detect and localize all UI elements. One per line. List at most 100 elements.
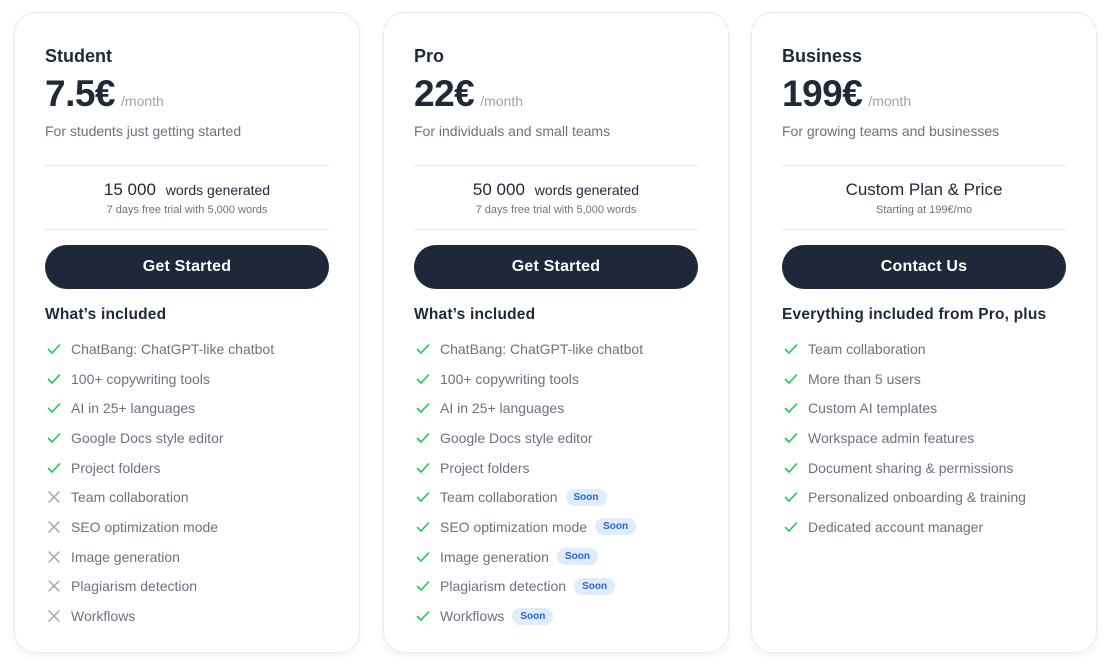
- plan-tagline: For growing teams and businesses: [782, 123, 1000, 139]
- trial-note: 7 days free trial with 5,000 words: [106, 204, 268, 216]
- feature-item: Image generation Soon: [414, 542, 643, 572]
- feature-label: SEO optimization mode: [71, 518, 219, 535]
- feature-item: AI in 25+ languages: [414, 393, 643, 423]
- feature-item: Workflows Soon: [414, 601, 643, 631]
- feature-list: ChatBang: ChatGPT-like chatbot 100+ copyw…: [45, 334, 274, 631]
- x-icon: [45, 518, 63, 536]
- feature-label: Team collaboration: [808, 340, 926, 357]
- feature-item: Image generation: [45, 542, 274, 572]
- quota-label: words generated: [165, 182, 271, 198]
- feature-label: Image generation: [440, 548, 549, 565]
- feature-item: Google Docs style editor: [45, 423, 274, 453]
- feature-item: ChatBang: ChatGPT-like chatbot: [45, 334, 274, 364]
- feature-item: Team collaboration: [782, 334, 1026, 364]
- included-heading: Everything included from Pro, plus: [782, 306, 1047, 323]
- divider: [45, 165, 329, 166]
- divider: [782, 229, 1066, 230]
- feature-label: Project folders: [71, 459, 161, 476]
- get-started-button[interactable]: Get Started: [414, 245, 698, 289]
- contact-us-button[interactable]: Contact Us: [782, 245, 1066, 289]
- plan-card-student: Student 7.5€ /month For students just ge…: [14, 12, 360, 653]
- feature-item: Plagiarism detection: [45, 572, 274, 602]
- check-icon: [45, 370, 63, 388]
- plan-card-pro: Pro 22€ /month For individuals and small…: [383, 12, 729, 653]
- quota-number: 15 000: [103, 180, 156, 199]
- feature-label: Plagiarism detection: [71, 578, 198, 595]
- plan-price: 199€: [782, 73, 863, 114]
- check-icon: [414, 548, 432, 566]
- check-icon: [414, 459, 432, 477]
- feature-label: ChatBang: ChatGPT-like chatbot: [71, 340, 275, 357]
- feature-item: Dedicated account manager: [782, 512, 1026, 542]
- check-icon: [414, 518, 432, 536]
- feature-label: Custom AI templates: [808, 400, 938, 417]
- starting-price-note: Starting at 199€/mo: [875, 204, 972, 216]
- soon-badge: Soon: [556, 548, 598, 566]
- price-period: /month: [868, 93, 912, 109]
- divider: [782, 165, 1066, 166]
- check-icon: [782, 399, 800, 417]
- divider: [414, 165, 698, 166]
- feature-label: Plagiarism detection: [440, 578, 567, 595]
- plan-name: Business: [782, 46, 863, 66]
- plan-tagline: For individuals and small teams: [414, 123, 611, 139]
- check-icon: [414, 340, 432, 358]
- plan-price: 22€: [414, 73, 475, 114]
- feature-label: Image generation: [71, 548, 180, 565]
- price-period: /month: [121, 93, 164, 109]
- feature-label: 100+ copywriting tools: [440, 370, 579, 387]
- divider: [414, 229, 698, 230]
- check-icon: [414, 399, 432, 417]
- feature-item: Workspace admin features: [782, 423, 1026, 453]
- feature-item: Team collaboration Soon: [414, 482, 643, 512]
- x-icon: [45, 548, 63, 566]
- check-icon: [45, 429, 63, 447]
- plan-name: Pro: [414, 46, 445, 66]
- feature-item: Project folders: [45, 453, 274, 483]
- feature-item: 100+ copywriting tools: [414, 364, 643, 394]
- feature-item: AI in 25+ languages: [45, 393, 274, 423]
- soon-badge: Soon: [574, 577, 616, 595]
- plan-name: Student: [45, 46, 112, 66]
- divider: [45, 229, 329, 230]
- word-quota: 15 000 words generated 7 days free trial…: [45, 180, 329, 216]
- plan-price: 7.5€: [45, 73, 116, 114]
- feature-label: Workflows: [440, 608, 505, 625]
- check-icon: [782, 518, 800, 536]
- feature-label: Dedicated account manager: [808, 518, 984, 535]
- price-row: 199€ /month: [782, 73, 911, 115]
- feature-item: Personalized onboarding & training: [782, 482, 1026, 512]
- check-icon: [782, 370, 800, 388]
- feature-label: ChatBang: ChatGPT-like chatbot: [440, 340, 644, 357]
- feature-list: ChatBang: ChatGPT-like chatbot 100+ copyw…: [414, 334, 643, 631]
- included-heading: What’s included: [45, 306, 167, 323]
- feature-label: SEO optimization mode: [440, 518, 588, 535]
- feature-item: Document sharing & permissions: [782, 453, 1026, 483]
- x-icon: [45, 488, 63, 506]
- check-icon: [414, 488, 432, 506]
- get-started-button[interactable]: Get Started: [45, 245, 329, 289]
- feature-item: 100+ copywriting tools: [45, 364, 274, 394]
- feature-label: Project folders: [440, 459, 530, 476]
- plan-tagline: For students just getting started: [45, 123, 242, 139]
- check-icon: [414, 429, 432, 447]
- feature-item: SEO optimization mode: [45, 512, 274, 542]
- feature-label: Workspace admin features: [808, 429, 975, 446]
- check-icon: [414, 607, 432, 625]
- soon-badge: Soon: [512, 607, 554, 625]
- check-icon: [45, 340, 63, 358]
- x-icon: [45, 577, 63, 595]
- feature-item: ChatBang: ChatGPT-like chatbot: [414, 334, 643, 364]
- feature-item: Workflows: [45, 601, 274, 631]
- price-period: /month: [480, 93, 524, 109]
- feature-label: Team collaboration: [440, 489, 558, 506]
- feature-label: Google Docs style editor: [440, 429, 593, 446]
- feature-label: 100+ copywriting tools: [71, 370, 210, 387]
- custom-plan-title: Custom Plan & Price: [845, 180, 1003, 199]
- check-icon: [414, 577, 432, 595]
- feature-label: Google Docs style editor: [71, 429, 224, 446]
- feature-label: AI in 25+ languages: [440, 400, 565, 417]
- feature-label: Document sharing & permissions: [808, 459, 1014, 476]
- quota-label: words generated: [534, 182, 640, 198]
- word-quota: 50 000 words generated 7 days free trial…: [414, 180, 698, 216]
